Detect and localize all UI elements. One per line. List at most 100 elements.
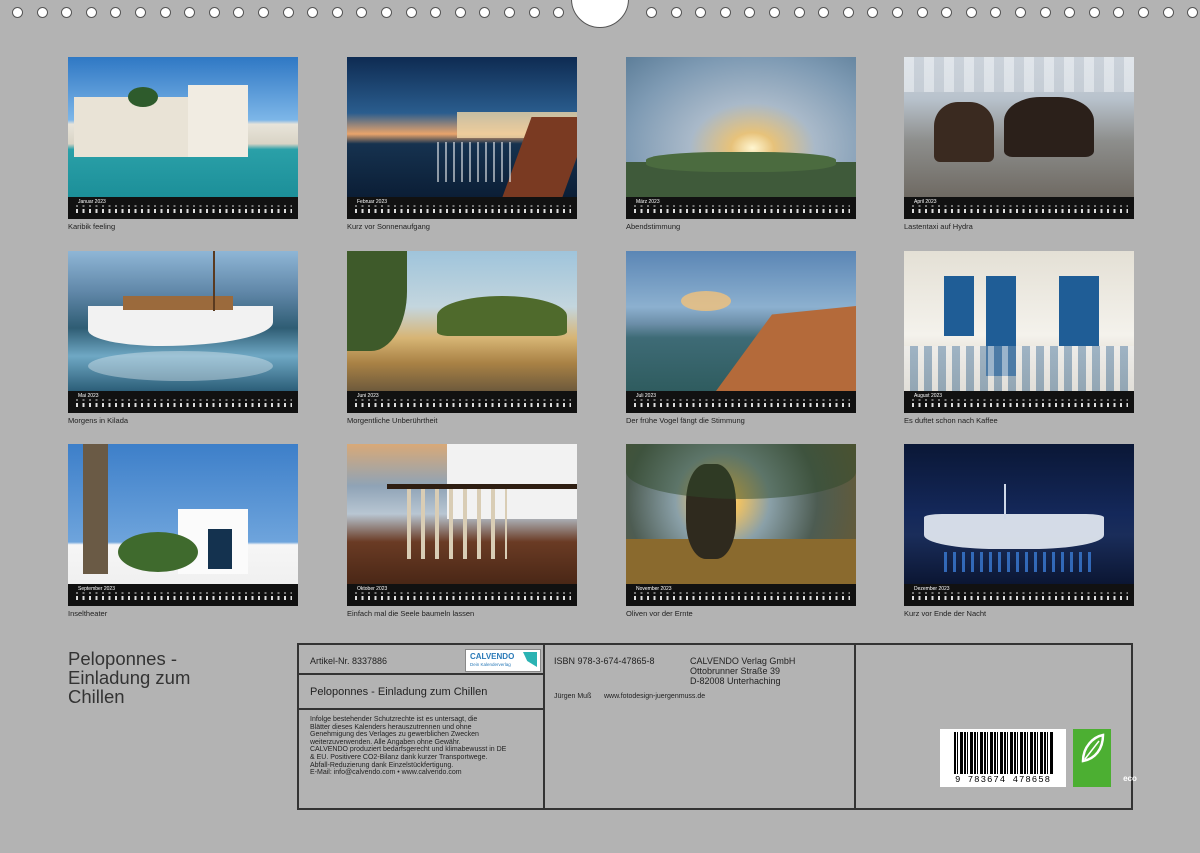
binding-hole bbox=[744, 7, 756, 18]
legal-notice: Infolge bestehender Schutzrechte ist es … bbox=[310, 716, 507, 777]
binding-hole bbox=[381, 7, 392, 18]
photo-september bbox=[68, 444, 298, 584]
photo-caption: Der frühe Vogel fängt die Stimmung bbox=[626, 416, 745, 425]
calendar-grid: Februar 2023 bbox=[347, 197, 577, 219]
binding-hole bbox=[916, 7, 928, 18]
photo-january bbox=[68, 57, 298, 197]
binding-hole bbox=[184, 7, 196, 18]
photo-caption: Kurz vor Sonnenaufgang bbox=[347, 222, 430, 231]
photo-july bbox=[626, 251, 856, 391]
wall-hanger-cutout bbox=[571, 0, 629, 28]
divider bbox=[854, 643, 856, 810]
photo-november bbox=[626, 444, 856, 584]
calendar-grid: September 2023 bbox=[68, 584, 298, 606]
month-tile-december[interactable]: Dezember 2023 Kurz vor Ende der Nacht bbox=[904, 444, 1134, 618]
calendar-grid: Januar 2023 bbox=[68, 197, 298, 219]
binding-hole bbox=[1039, 7, 1051, 18]
binding-hole bbox=[258, 7, 269, 18]
binding-hole bbox=[159, 7, 171, 18]
binding-hole bbox=[85, 7, 97, 18]
binding-hole bbox=[61, 7, 73, 18]
binding-hole bbox=[1113, 7, 1125, 18]
binding-hole bbox=[504, 7, 515, 18]
binding-hole bbox=[769, 7, 780, 18]
calendar-grid: August 2023 bbox=[904, 391, 1134, 413]
month-tile-june[interactable]: Juni 2023 Morgentliche Unberührtheit bbox=[347, 251, 577, 425]
binding-hole bbox=[405, 7, 417, 18]
calendar-grid: Oktober 2023 bbox=[347, 584, 577, 606]
binding-hole bbox=[331, 7, 343, 18]
month-tile-august[interactable]: August 2023 Es duftet schon nach Kaffee bbox=[904, 251, 1134, 425]
calendar-grid: November 2023 bbox=[626, 584, 856, 606]
binding-hole bbox=[1064, 7, 1076, 18]
divider bbox=[297, 708, 544, 710]
binding-hole bbox=[36, 7, 48, 18]
article-number: Artikel-Nr. 8337886 bbox=[310, 656, 388, 666]
photo-caption: Abendstimmung bbox=[626, 222, 681, 231]
binding-hole bbox=[282, 7, 294, 18]
binding-hole bbox=[646, 7, 657, 18]
binding-hole bbox=[867, 7, 879, 18]
binding-hole bbox=[670, 7, 682, 18]
binding-hole bbox=[719, 7, 731, 18]
product-title: Peloponnes - Einladung zum Chillen bbox=[310, 686, 488, 698]
photo-june bbox=[347, 251, 577, 391]
publisher-name: CALVENDO Verlag GmbH bbox=[690, 656, 796, 666]
binding-hole bbox=[1088, 7, 1100, 18]
binding-hole bbox=[208, 7, 220, 18]
binding-hole bbox=[1015, 7, 1026, 18]
calvendo-logo: CALVENDO Dein Kalenderverlag bbox=[465, 649, 541, 672]
binding-hole bbox=[892, 7, 903, 18]
binding-hole bbox=[842, 7, 854, 18]
binding-hole bbox=[553, 7, 565, 18]
calendar-grid: Juli 2023 bbox=[626, 391, 856, 413]
month-tile-april[interactable]: April 2023 Lastentaxi auf Hydra bbox=[904, 57, 1134, 231]
leaf-icon bbox=[1081, 733, 1105, 763]
binding-hole bbox=[1162, 7, 1174, 18]
author-website[interactable]: www.fotodesign-juergenmuss.de bbox=[604, 693, 705, 700]
photo-caption: Es duftet schon nach Kaffee bbox=[904, 416, 998, 425]
binding-hole bbox=[454, 7, 466, 18]
photo-caption: Morgentliche Unberührtheit bbox=[347, 416, 438, 425]
calendar-grid: April 2023 bbox=[904, 197, 1134, 219]
author: Jürgen Muß bbox=[554, 693, 592, 700]
month-tile-january[interactable]: Januar 2023 Karibik feeling bbox=[68, 57, 298, 231]
month-tile-may[interactable]: Mai 2023 Morgens in Kilada bbox=[68, 251, 298, 425]
photo-caption: Einfach mal die Seele baumeln lassen bbox=[347, 609, 475, 618]
photo-october bbox=[347, 444, 577, 584]
binding-hole bbox=[307, 7, 319, 18]
barcode: 9 783674 478658 bbox=[940, 729, 1066, 787]
binding-hole bbox=[356, 7, 368, 18]
publisher-street: Ottobrunner Straße 39 bbox=[690, 666, 781, 676]
binding-hole bbox=[793, 7, 805, 18]
month-tile-october[interactable]: Oktober 2023 Einfach mal die Seele baume… bbox=[347, 444, 577, 618]
photo-caption: Oliven vor der Ernte bbox=[626, 609, 693, 618]
binding-hole bbox=[818, 7, 830, 18]
binding-hole bbox=[1138, 7, 1149, 18]
binding-hole bbox=[479, 7, 491, 18]
month-tile-september[interactable]: September 2023 Inseltheater bbox=[68, 444, 298, 618]
calendar-grid: März 2023 bbox=[626, 197, 856, 219]
binding-hole bbox=[430, 7, 442, 18]
photo-caption: Morgens in Kilada bbox=[68, 416, 129, 425]
month-tile-february[interactable]: Februar 2023 Kurz vor Sonnenaufgang bbox=[347, 57, 577, 231]
month-tile-november[interactable]: November 2023 Oliven vor der Ernte bbox=[626, 444, 856, 618]
calendar-grid: Dezember 2023 bbox=[904, 584, 1134, 606]
binding-hole bbox=[990, 7, 1002, 18]
binding-hole bbox=[110, 7, 122, 18]
binding-hole bbox=[233, 7, 245, 18]
month-tile-july[interactable]: Juli 2023 Der frühe Vogel fängt die Stim… bbox=[626, 251, 856, 425]
photo-caption: Karibik feeling bbox=[68, 222, 116, 231]
binding-hole bbox=[1187, 7, 1199, 18]
binding-hole bbox=[135, 7, 146, 18]
photo-may bbox=[68, 251, 298, 391]
binding-hole bbox=[528, 7, 540, 18]
binding-hole bbox=[941, 7, 953, 18]
binding-hole bbox=[695, 7, 707, 18]
photo-february bbox=[347, 57, 577, 197]
photo-caption: Inseltheater bbox=[68, 609, 108, 618]
eco-badge: eco bbox=[1073, 729, 1137, 787]
photo-august bbox=[904, 251, 1134, 391]
photo-april bbox=[904, 57, 1134, 197]
month-tile-march[interactable]: März 2023 Abendstimmung bbox=[626, 57, 856, 231]
